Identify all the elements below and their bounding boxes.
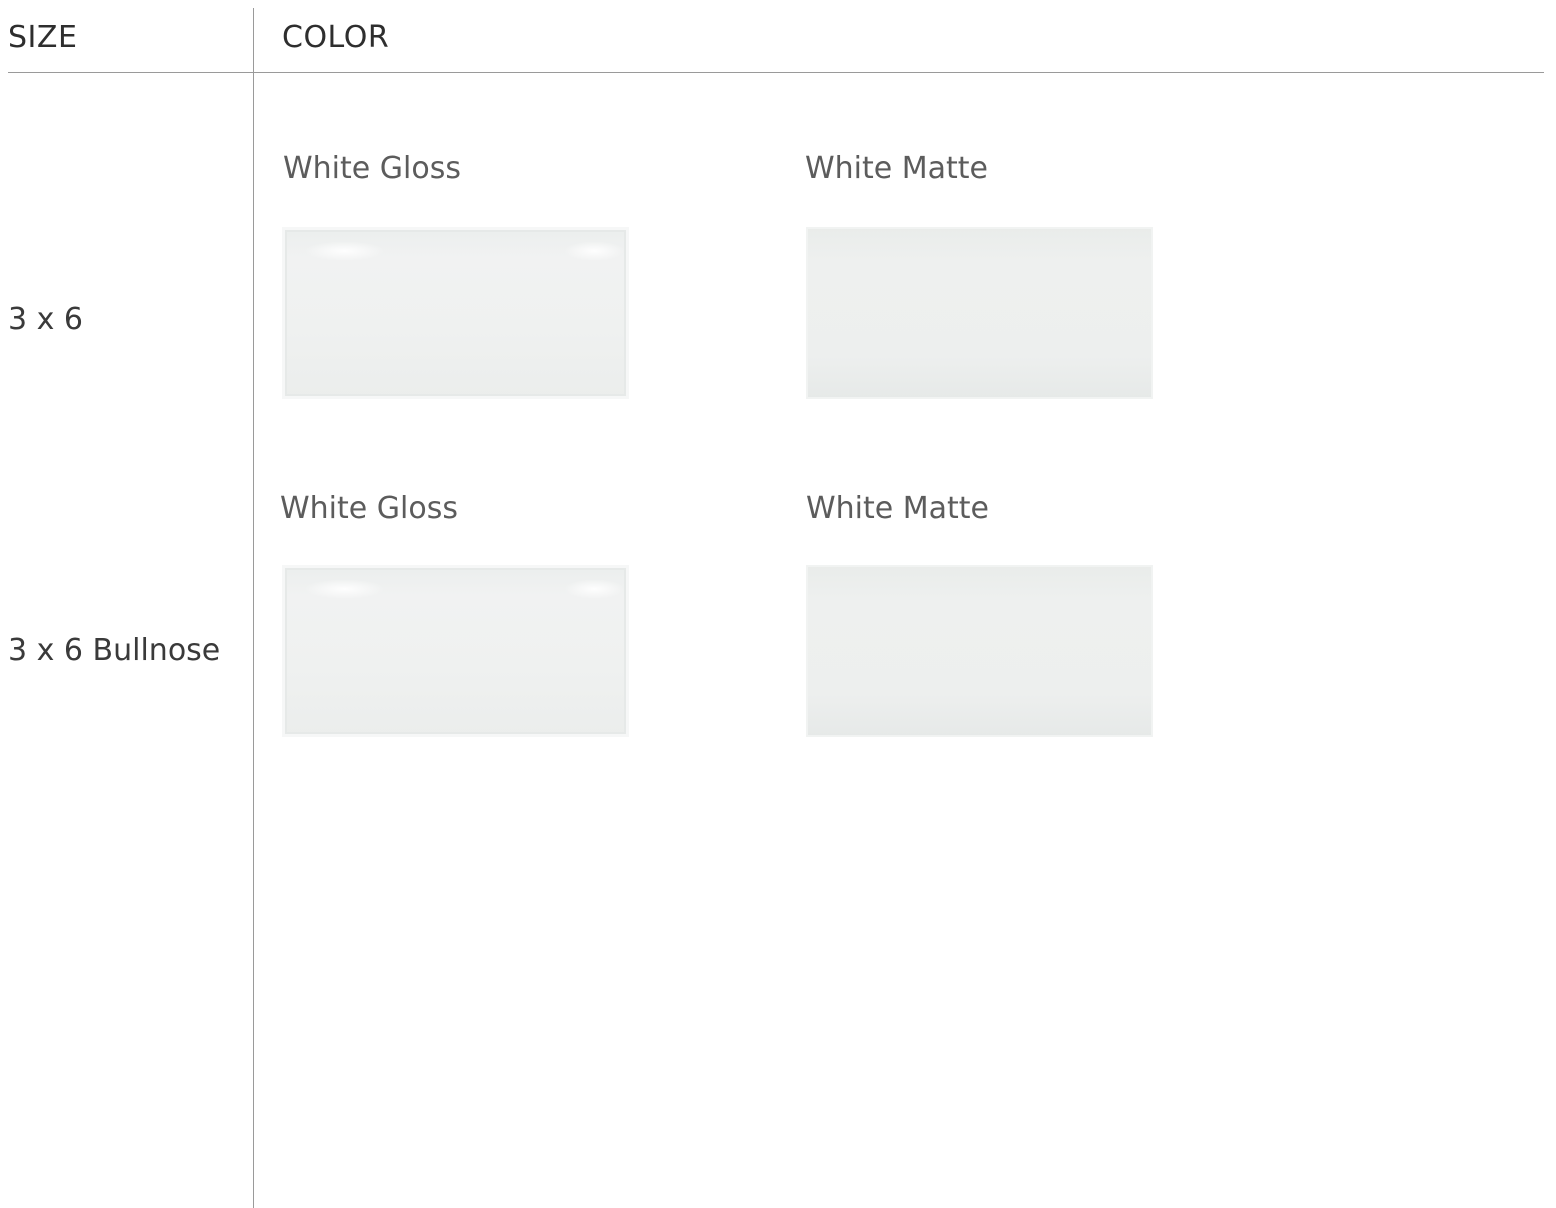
swatch-label-white-matte: White Matte: [806, 491, 990, 526]
color-column-header: COLOR: [282, 20, 390, 55]
swatch-label-white-gloss: White Gloss: [283, 151, 461, 186]
swatch-label-white-matte: White Matte: [805, 151, 989, 186]
tile-swatch-white-matte[interactable]: [806, 227, 1153, 399]
size-column-header: SIZE: [8, 20, 78, 55]
size-label-3x6: 3 x 6: [8, 302, 83, 337]
swatch-label-white-gloss: White Gloss: [280, 491, 458, 526]
tile-swatch-white-matte[interactable]: [806, 565, 1153, 737]
column-divider: [253, 8, 254, 1208]
header-divider: [8, 72, 1544, 73]
tile-swatch-white-gloss[interactable]: [282, 227, 629, 399]
tile-swatch-white-gloss[interactable]: [282, 565, 629, 737]
size-label-3x6-bullnose: 3 x 6 Bullnose: [8, 633, 221, 668]
